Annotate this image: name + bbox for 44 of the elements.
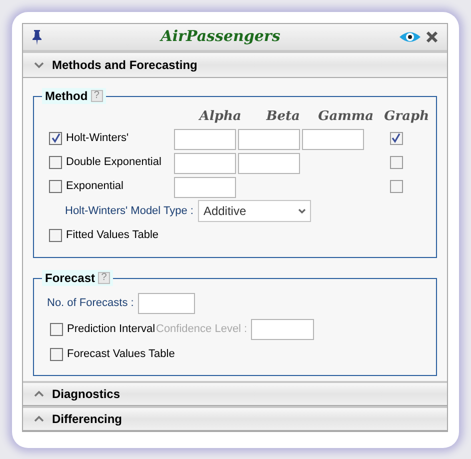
checkbox[interactable] xyxy=(49,228,62,242)
input-field[interactable] xyxy=(238,129,300,150)
pin-icon[interactable] xyxy=(32,30,42,44)
checkbox[interactable] xyxy=(50,322,63,336)
checkbox-label: Fitted Values Table xyxy=(66,228,159,243)
checkbox[interactable] xyxy=(49,180,62,193)
input-field[interactable] xyxy=(174,153,236,174)
field-label: Confidence Level : xyxy=(156,322,248,337)
column-header: Alpha xyxy=(197,108,242,126)
section-header[interactable]: Differencing xyxy=(23,406,447,431)
chevron-up-icon xyxy=(34,415,44,423)
model-type-dropdown[interactable]: Additive xyxy=(198,200,312,222)
input-field[interactable] xyxy=(174,177,236,198)
checkbox-label: Double Exponential xyxy=(66,155,162,170)
checkbox[interactable] xyxy=(390,180,402,193)
close-icon[interactable] xyxy=(426,31,438,43)
section-header[interactable]: Diagnostics xyxy=(23,381,447,406)
input-field[interactable] xyxy=(302,129,364,150)
chevron-down-icon xyxy=(34,61,44,69)
checkbox[interactable] xyxy=(49,156,62,169)
input-field[interactable] xyxy=(138,292,195,314)
checkbox-label: Prediction Interval xyxy=(67,322,156,337)
checkbox[interactable] xyxy=(50,348,63,360)
checkbox-label: Forecast Values Table xyxy=(67,346,175,362)
checkbox-label: Holt-Winters' xyxy=(66,131,129,146)
checkbox[interactable] xyxy=(390,156,402,169)
eye-icon[interactable] xyxy=(399,31,421,43)
column-header: Gamma xyxy=(317,108,375,126)
checkmark-icon xyxy=(50,133,60,144)
fieldset-legend: Forecast xyxy=(45,269,96,287)
checkbox[interactable] xyxy=(390,132,402,145)
checkbox-label: Exponential xyxy=(66,179,124,194)
column-header: Graph xyxy=(383,108,430,126)
field-label: Holt-Winters' Model Type : xyxy=(65,204,194,219)
checkbox[interactable] xyxy=(49,132,62,145)
window-title: AirPassengers xyxy=(158,26,282,48)
checkmark-icon xyxy=(391,133,401,144)
chevron-up-icon xyxy=(34,390,44,398)
input-field[interactable] xyxy=(174,129,236,150)
fieldset-legend: Method xyxy=(45,87,88,105)
column-header: Beta xyxy=(265,108,301,126)
input-field[interactable] xyxy=(238,153,300,174)
field-label: No. of Forecasts : xyxy=(47,296,134,311)
section-header[interactable]: Methods and Forecasting xyxy=(23,53,447,78)
